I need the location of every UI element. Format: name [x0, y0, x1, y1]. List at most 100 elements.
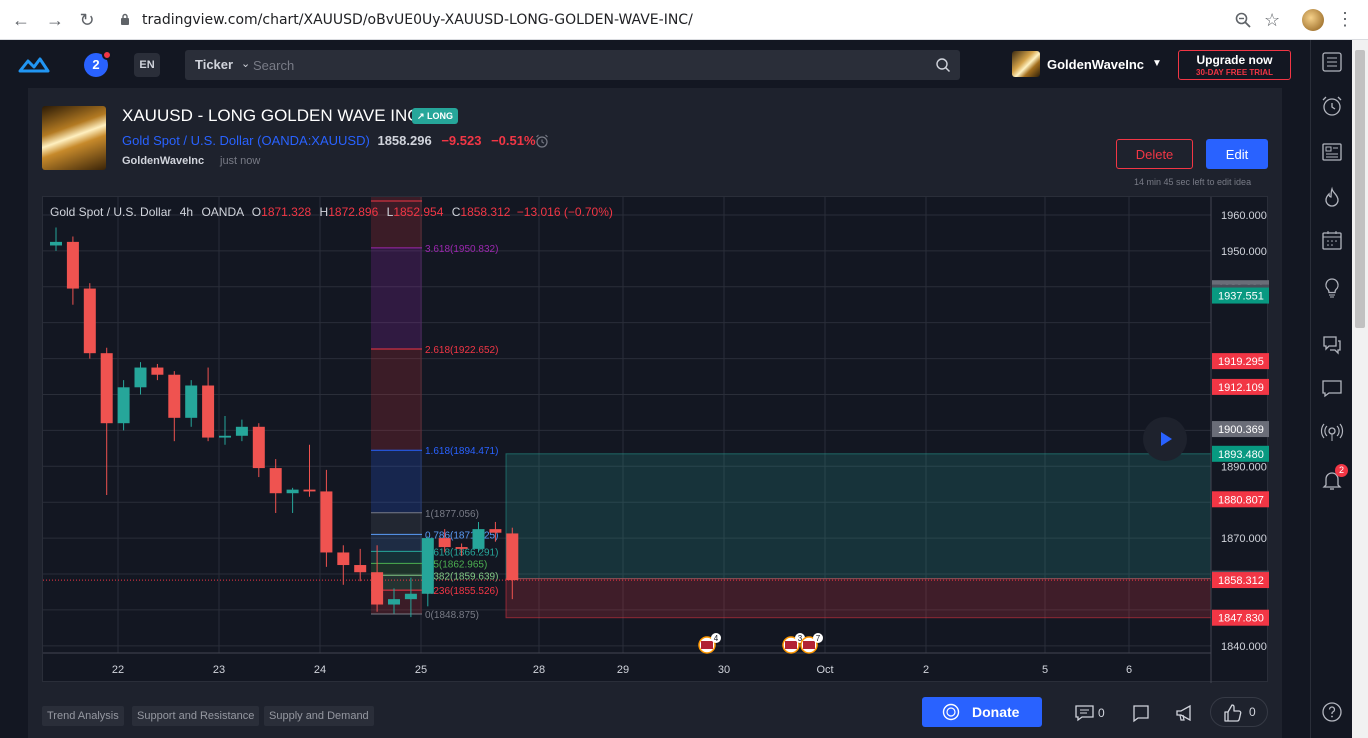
- legend-symbol: Gold Spot / U.S. Dollar: [50, 205, 172, 219]
- user-avatar[interactable]: [1012, 51, 1040, 77]
- chat-bubble-icon[interactable]: [1320, 376, 1344, 400]
- candle-body: [489, 529, 502, 533]
- zoom-icon[interactable]: [1234, 11, 1252, 29]
- lightbulb-icon[interactable]: [1320, 276, 1344, 300]
- upgrade-button[interactable]: Upgrade now 30-DAY FREE TRIAL: [1178, 50, 1291, 80]
- symbol-code-link[interactable]: (OANDA:XAUUSD): [257, 133, 370, 148]
- browser-profile-avatar[interactable]: [1302, 9, 1324, 31]
- candle-body: [404, 593, 417, 600]
- fib-level-label: 3.618(1950.832): [425, 244, 498, 255]
- price-label-text: 1912.109: [1218, 382, 1264, 394]
- fib-zone-band: [371, 534, 422, 552]
- price-label-text: 1858.312: [1218, 575, 1264, 587]
- symbol-change-percent: −0.51%: [491, 133, 536, 148]
- calendar-icon[interactable]: [1320, 228, 1344, 252]
- candle-body: [168, 374, 181, 418]
- legend-high: 1872.896: [328, 205, 379, 219]
- donate-button[interactable]: Donate: [922, 697, 1042, 727]
- news-icon[interactable]: [1320, 140, 1344, 164]
- replay-play-button[interactable]: [1143, 417, 1187, 461]
- candle-body: [286, 489, 299, 494]
- price-tick-label: 1960.000: [1221, 210, 1267, 222]
- hotlist-fire-icon[interactable]: [1320, 186, 1344, 210]
- event-count: 7: [816, 634, 821, 643]
- time-tick-label: 28: [533, 664, 545, 676]
- scrollbar-thumb[interactable]: [1355, 50, 1365, 328]
- author-name[interactable]: GoldenWaveInc: [122, 155, 204, 167]
- like-button[interactable]: 0: [1210, 697, 1268, 727]
- candle-body: [269, 468, 282, 494]
- page-scrollbar[interactable]: [1352, 40, 1368, 738]
- search-icon[interactable]: [935, 57, 951, 73]
- play-icon: [1161, 432, 1172, 446]
- candle-body: [235, 426, 248, 436]
- address-bar[interactable]: tradingview.com/chart/XAUUSD/oBvUE0Uy-XA…: [106, 6, 1292, 34]
- candle-body: [151, 367, 164, 375]
- us-flag-icon: [785, 641, 797, 649]
- us-flag-icon: [701, 641, 713, 649]
- time-tick-label: 6: [1126, 664, 1132, 676]
- price-tick-label: 1950.000: [1221, 246, 1267, 258]
- megaphone-share-icon[interactable]: [1174, 701, 1196, 725]
- chart-legend: Gold Spot / U.S. Dollar 4h OANDA O1871.3…: [50, 205, 613, 219]
- fib-level-label: 0.5(1862.965): [425, 559, 487, 570]
- reload-icon[interactable]: ↻: [76, 9, 98, 31]
- tag-supply-and-demand[interactable]: Supply and Demand: [264, 706, 374, 726]
- position-target-zone: [505, 453, 1212, 580]
- fib-level-label: 2.618(1922.652): [425, 345, 498, 356]
- chats-icon[interactable]: [1320, 332, 1344, 356]
- idea-author-thumbnail[interactable]: [42, 106, 106, 170]
- candle-body: [506, 533, 519, 581]
- chevron-down-icon: ⌄: [241, 58, 251, 70]
- streams-broadcast-icon[interactable]: [1320, 420, 1344, 444]
- chart-canvas[interactable]: 3.618(1950.832) 2.618(1922.652) 1.618(1894…: [43, 197, 1269, 683]
- candle-body: [388, 599, 400, 605]
- fib-zone-band: [371, 247, 422, 350]
- time-tick-label: 23: [213, 664, 225, 676]
- candle-body: [202, 385, 215, 438]
- add-alert-icon[interactable]: [534, 133, 550, 149]
- time-tick-label: 29: [617, 664, 629, 676]
- legend-exchange: OANDA: [201, 205, 244, 219]
- forward-icon[interactable]: →: [44, 9, 66, 31]
- candle-body: [252, 426, 265, 469]
- idea-title: XAUUSD - LONG GOLDEN WAVE INC: [122, 106, 420, 125]
- browser-menu-icon[interactable]: ⋮: [1336, 8, 1354, 30]
- comments-icon[interactable]: [1074, 701, 1096, 725]
- candle-body: [320, 491, 333, 553]
- alarm-clock-icon[interactable]: [1320, 94, 1344, 118]
- back-icon[interactable]: ←: [10, 9, 32, 31]
- delete-button[interactable]: Delete: [1116, 139, 1193, 169]
- candle-body: [83, 288, 96, 354]
- caret-down-icon[interactable]: ▼: [1152, 58, 1162, 69]
- time-tick-label: 30: [718, 664, 730, 676]
- price-label-text: 1880.807: [1218, 494, 1264, 506]
- time-tick-label: 5: [1042, 664, 1048, 676]
- language-button[interactable]: EN: [134, 53, 160, 77]
- user-menu-name[interactable]: GoldenWaveInc: [1047, 57, 1144, 72]
- tag-support-and-resistance[interactable]: Support and Resistance: [132, 706, 260, 726]
- search-input[interactable]: [253, 54, 923, 76]
- help-icon[interactable]: [1320, 700, 1344, 724]
- symbol-change: −9.523: [441, 133, 482, 148]
- watchlist-icon[interactable]: [1320, 50, 1344, 74]
- price-chart[interactable]: 3.618(1950.832) 2.618(1922.652) 1.618(1894…: [42, 196, 1269, 683]
- fib-level-label: 0.786(1871.025): [425, 530, 498, 541]
- ticker-dropdown[interactable]: Ticker: [195, 57, 233, 72]
- search-bar: Ticker ⌄: [185, 50, 960, 80]
- tradingview-logo-icon[interactable]: [18, 54, 50, 76]
- notification-dot: [102, 50, 112, 60]
- lock-icon: [121, 13, 129, 25]
- candle-body: [354, 565, 367, 573]
- long-badge: ↗ LONG: [412, 108, 459, 124]
- comments-count: 0: [1098, 706, 1105, 720]
- tag-trend-analysis[interactable]: Trend Analysis: [42, 706, 124, 726]
- bookmark-star-icon[interactable]: ☆: [1264, 10, 1280, 31]
- symbol-name-link[interactable]: Gold Spot / U.S. Dollar: [122, 133, 254, 148]
- candle-body: [472, 529, 485, 549]
- thumbs-up-icon: [1224, 704, 1242, 722]
- legend-open: 1871.328: [261, 205, 312, 219]
- edit-button[interactable]: Edit: [1206, 139, 1268, 169]
- reply-bubble-icon[interactable]: [1130, 701, 1152, 725]
- alerts-badge: 2: [1335, 464, 1348, 477]
